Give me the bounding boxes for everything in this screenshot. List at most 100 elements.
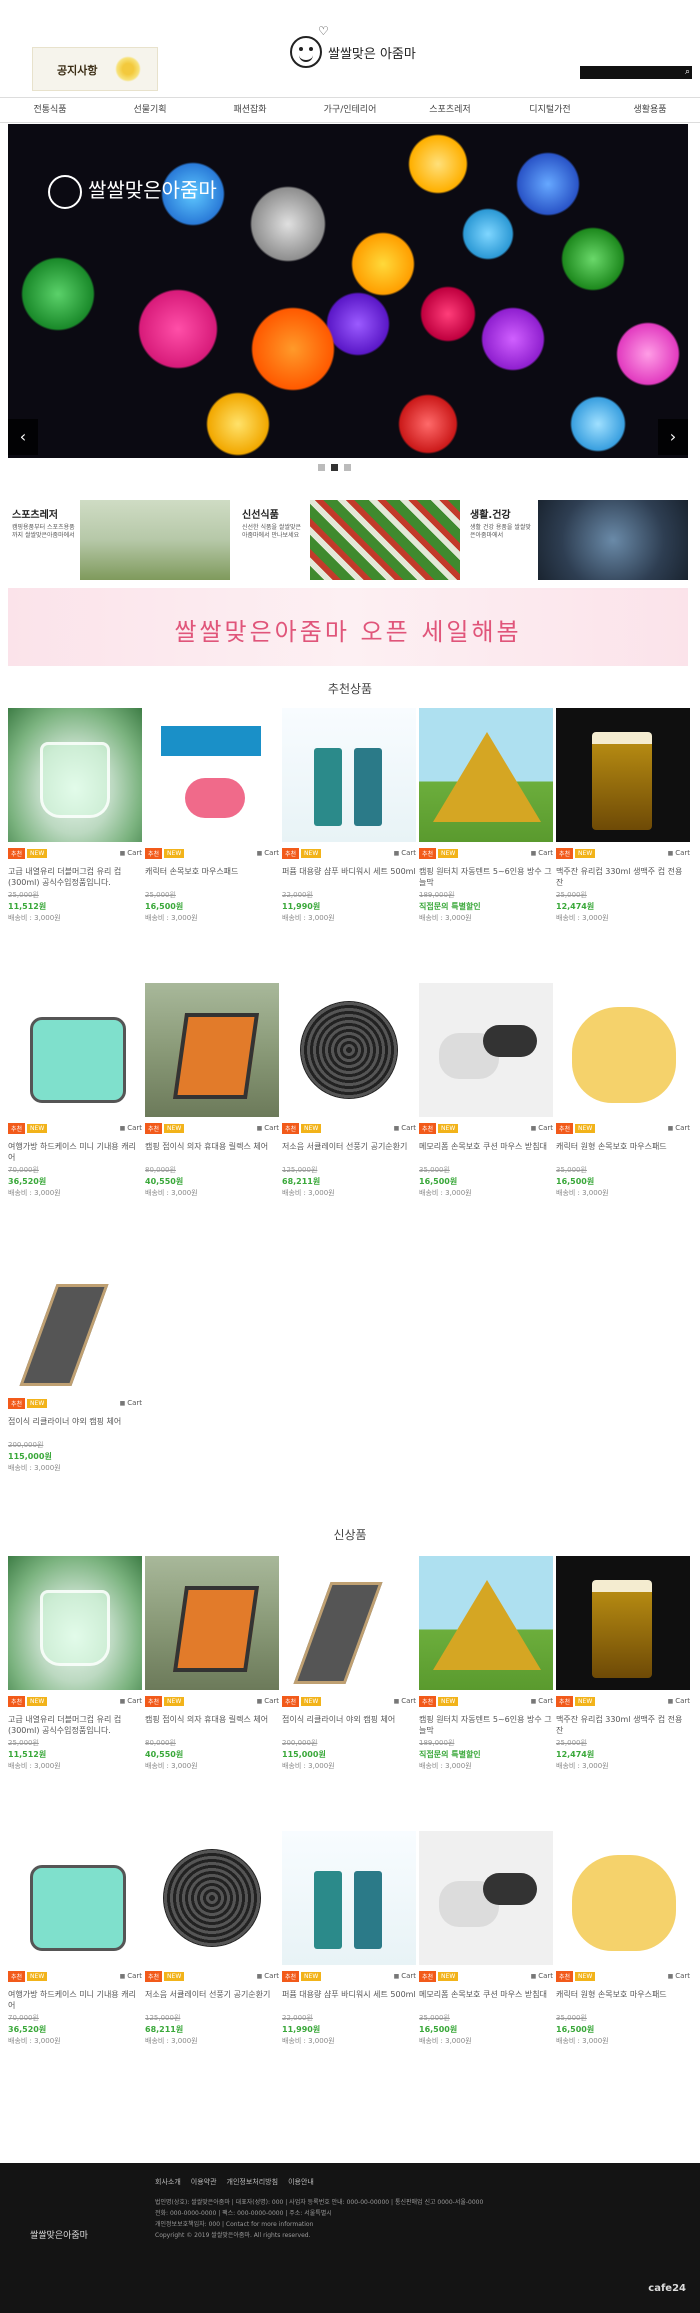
product-name[interactable]: 캠핑 접이식 의자 휴대용 릴렉스 체어: [145, 1714, 279, 1736]
product-image[interactable]: [282, 1556, 416, 1690]
cart-button[interactable]: Cart: [257, 1972, 279, 1980]
product-card[interactable]: 추천NEW Cart 저소음 서큘레이터 선풍기 공기순환기 125,000원 68,2…: [282, 983, 416, 1198]
product-name[interactable]: 고급 내열유리 더블머그컵 유리 컵 (300ml) 공식수입정품입니다.: [8, 866, 142, 888]
product-name[interactable]: 맥주잔 유리컵 330ml 생맥주 컵 전용 잔: [556, 1714, 690, 1736]
product-card[interactable]: 추천NEW Cart 메모리폼 손목보호 쿠션 마우스 받침대 35,000원 16,5…: [419, 983, 553, 1198]
footer-link[interactable]: 이용약관: [191, 2177, 217, 2187]
slider-dot[interactable]: [318, 464, 325, 471]
category-banner-fresh[interactable]: 신선식품 신선한 식품을 쌀쌀맞은아줌마에서 만나보세요: [238, 500, 460, 580]
notice-banner[interactable]: 공지사항: [32, 47, 158, 91]
cafe24-badge[interactable]: cafe24: [648, 2283, 686, 2294]
product-card[interactable]: 추천NEW Cart 여행가방 하드케이스 미니 기내용 캐리어 70,000원 36,…: [8, 983, 142, 1198]
footer-link[interactable]: 회사소개: [155, 2177, 181, 2187]
cart-button[interactable]: Cart: [120, 1399, 142, 1407]
product-image[interactable]: [145, 1831, 279, 1965]
product-card[interactable]: 추천NEW Cart 캐릭터 손목보호 마우스패드 25,000원 16,500원배송비…: [145, 708, 279, 923]
product-image[interactable]: [556, 1556, 690, 1690]
product-image[interactable]: [419, 1831, 553, 1965]
product-image[interactable]: [419, 708, 553, 842]
product-card[interactable]: 추천NEW Cart 메모리폼 손목보호 쿠션 마우스 받침대 35,000원 16,5…: [419, 1831, 553, 2046]
cart-button[interactable]: Cart: [531, 1972, 553, 1980]
product-image[interactable]: [8, 983, 142, 1117]
product-name[interactable]: 퍼퓸 대용량 샴푸 바디워시 세트 500ml: [282, 1989, 416, 2011]
slider-dot[interactable]: [344, 464, 351, 471]
product-name[interactable]: 메모리폼 손목보호 쿠션 마우스 받침대: [419, 1141, 553, 1163]
cart-button[interactable]: Cart: [394, 1972, 416, 1980]
footer-link[interactable]: 개인정보처리방침: [227, 2177, 279, 2187]
product-card[interactable]: 추천NEW Cart 캐릭터 원형 손목보호 마우스패드 35,000원 16,500원…: [556, 983, 690, 1198]
product-card[interactable]: 추천NEW Cart 고급 내열유리 더블머그컵 유리 컵 (300ml) 공식수입…: [8, 708, 142, 923]
product-image[interactable]: [145, 1556, 279, 1690]
product-image[interactable]: [8, 708, 142, 842]
product-image[interactable]: [282, 983, 416, 1117]
nav-item[interactable]: 패션잡화: [200, 98, 300, 122]
nav-item[interactable]: 전통식품: [0, 98, 100, 122]
product-name[interactable]: 캠핑 접이식 의자 휴대용 릴렉스 체어: [145, 1141, 279, 1163]
product-name[interactable]: 여행가방 하드케이스 미니 기내용 캐리어: [8, 1141, 142, 1163]
product-name[interactable]: 접이식 리클라이너 야외 캠핑 체어: [8, 1416, 142, 1438]
sale-banner[interactable]: 쌀쌀맞은아줌마 오픈 세일해봄: [8, 588, 688, 666]
slider-dot[interactable]: [331, 464, 338, 471]
search-input[interactable]: ⌕: [580, 66, 692, 79]
product-name[interactable]: 접이식 리클라이너 야외 캠핑 체어: [282, 1714, 416, 1736]
cart-button[interactable]: Cart: [668, 1697, 690, 1705]
search-icon[interactable]: ⌕: [685, 67, 690, 78]
nav-item[interactable]: 가구/인테리어: [300, 98, 400, 122]
product-card[interactable]: 추천NEW Cart 맥주잔 유리컵 330ml 생맥주 컵 전용 잔 25,000원…: [556, 708, 690, 923]
product-card[interactable]: 추천NEW Cart 여행가방 하드케이스 미니 기내용 캐리어 70,000원 36,…: [8, 1831, 142, 2046]
cart-button[interactable]: Cart: [668, 1972, 690, 1980]
product-name[interactable]: 저소음 서큘레이터 선풍기 공기순환기: [145, 1989, 279, 2011]
hero-slider[interactable]: 쌀쌀맞은아줌마 ‹ ›: [8, 124, 688, 458]
product-card[interactable]: 추천NEW Cart 캐릭터 원형 손목보호 마우스패드 35,000원 16,500원…: [556, 1831, 690, 2046]
product-name[interactable]: 캠핑 원터치 자동텐트 5~6인용 방수 그늘막: [419, 866, 553, 888]
product-name[interactable]: 맥주잔 유리컵 330ml 생맥주 컵 전용 잔: [556, 866, 690, 888]
product-image[interactable]: [556, 1831, 690, 1965]
footer-logo[interactable]: 쌀쌀맞은아줌마: [30, 2228, 88, 2241]
nav-item[interactable]: 디지털가전: [500, 98, 600, 122]
slider-next-button[interactable]: ›: [658, 419, 688, 455]
cart-button[interactable]: Cart: [531, 849, 553, 857]
product-card[interactable]: 추천NEW Cart 캠핑 접이식 의자 휴대용 릴렉스 체어 80,000원 40,5…: [145, 983, 279, 1198]
cart-button[interactable]: Cart: [668, 1124, 690, 1132]
product-card[interactable]: 추천NEW Cart 저소음 서큘레이터 선풍기 공기순환기 125,000원 68,2…: [145, 1831, 279, 2046]
cart-button[interactable]: Cart: [531, 1697, 553, 1705]
product-image[interactable]: [419, 983, 553, 1117]
slider-prev-button[interactable]: ‹: [8, 419, 38, 455]
cart-button[interactable]: Cart: [257, 1697, 279, 1705]
product-image[interactable]: [145, 708, 279, 842]
footer-link[interactable]: 이용안내: [288, 2177, 314, 2187]
product-name[interactable]: 저소음 서큘레이터 선풍기 공기순환기: [282, 1141, 416, 1163]
product-card[interactable]: 추천NEW Cart 고급 내열유리 더블머그컵 유리 컵 (300ml) 공식수입…: [8, 1556, 142, 1771]
product-card[interactable]: 추천NEW Cart 퍼퓸 대용량 샴푸 바디워시 세트 500ml 22,000원 1…: [282, 708, 416, 923]
nav-item[interactable]: 선물기획: [100, 98, 200, 122]
product-name[interactable]: 메모리폼 손목보호 쿠션 마우스 받침대: [419, 1989, 553, 2011]
product-image[interactable]: [8, 1556, 142, 1690]
cart-button[interactable]: Cart: [257, 1124, 279, 1132]
product-card[interactable]: 추천NEW Cart 캠핑 원터치 자동텐트 5~6인용 방수 그늘막 189,000…: [419, 1556, 553, 1771]
product-card[interactable]: 추천NEW Cart 접이식 리클라이너 야외 캠핑 체어 200,000원 115,0…: [282, 1556, 416, 1771]
product-name[interactable]: 캐릭터 원형 손목보호 마우스패드: [556, 1141, 690, 1163]
product-name[interactable]: 고급 내열유리 더블머그컵 유리 컵 (300ml) 공식수입정품입니다.: [8, 1714, 142, 1736]
nav-item[interactable]: 생활용품: [600, 98, 700, 122]
category-banner-health[interactable]: 생활.건강 생활 건강 용품을 쌀쌀맞은아줌마에서: [466, 500, 688, 580]
product-card[interactable]: 추천NEW Cart 캠핑 원터치 자동텐트 5~6인용 방수 그늘막 189,000…: [419, 708, 553, 923]
product-card[interactable]: 추천NEW Cart 퍼퓸 대용량 샴푸 바디워시 세트 500ml 22,000원 1…: [282, 1831, 416, 2046]
cart-button[interactable]: Cart: [120, 849, 142, 857]
cart-button[interactable]: Cart: [394, 849, 416, 857]
product-card[interactable]: 추천NEW Cart 캠핑 접이식 의자 휴대용 릴렉스 체어 80,000원 40,5…: [145, 1556, 279, 1771]
product-image[interactable]: [282, 1831, 416, 1965]
product-image[interactable]: [8, 1831, 142, 1965]
cart-button[interactable]: Cart: [120, 1124, 142, 1132]
cart-button[interactable]: Cart: [257, 849, 279, 857]
product-image[interactable]: [282, 708, 416, 842]
cart-button[interactable]: Cart: [394, 1124, 416, 1132]
product-name[interactable]: 캐릭터 손목보호 마우스패드: [145, 866, 279, 888]
cart-button[interactable]: Cart: [531, 1124, 553, 1132]
product-name[interactable]: 캠핑 원터치 자동텐트 5~6인용 방수 그늘막: [419, 1714, 553, 1736]
nav-item[interactable]: 스포츠레저: [400, 98, 500, 122]
product-card[interactable]: 추천NEW Cart 맥주잔 유리컵 330ml 생맥주 컵 전용 잔 25,000원…: [556, 1556, 690, 1771]
product-name[interactable]: 퍼퓸 대용량 샴푸 바디워시 세트 500ml: [282, 866, 416, 888]
category-banner-sports[interactable]: 스포츠레저 캠핑용품부터 스포츠용품까지 쌀쌀맞은아줌마에서: [8, 500, 230, 580]
cart-button[interactable]: Cart: [120, 1972, 142, 1980]
product-image[interactable]: [556, 983, 690, 1117]
